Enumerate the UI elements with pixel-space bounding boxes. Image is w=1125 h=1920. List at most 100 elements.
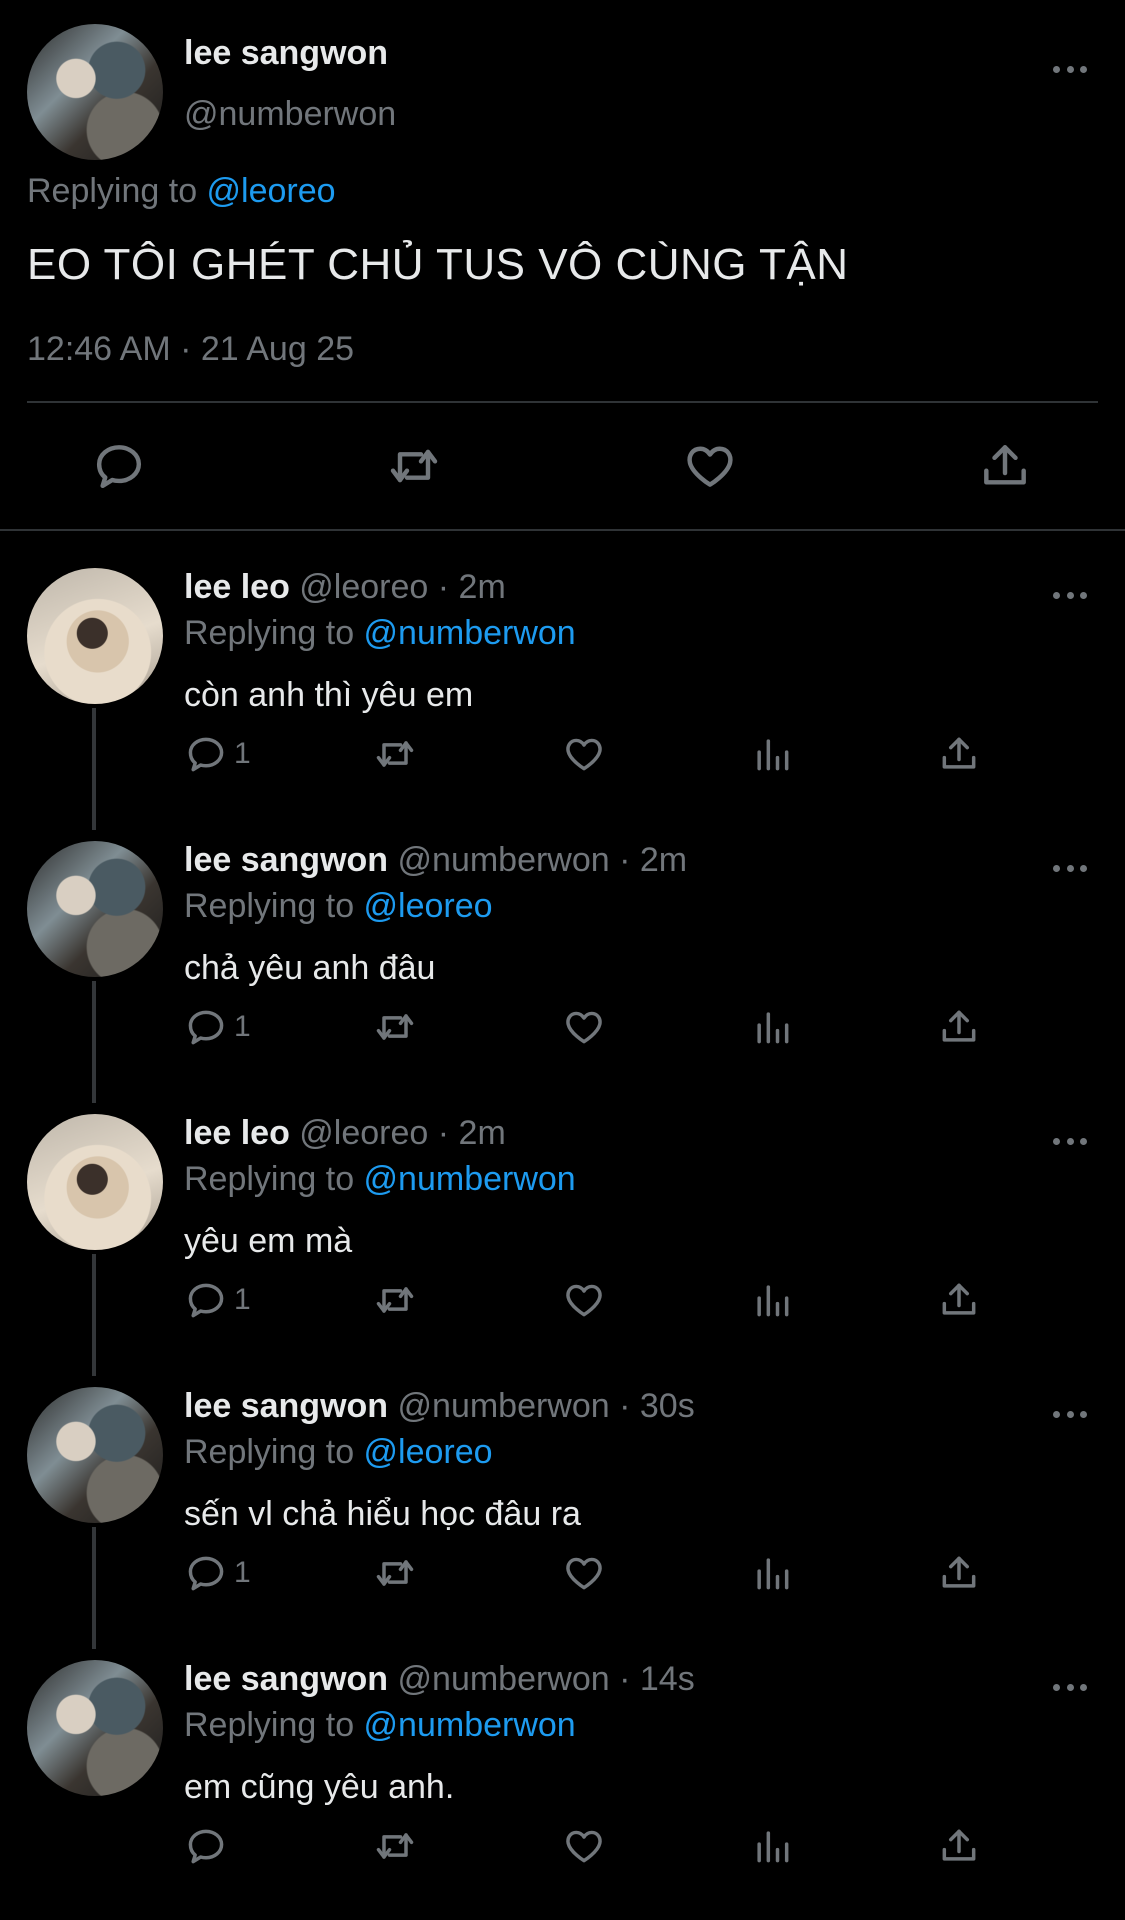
share-icon[interactable]: [937, 1551, 981, 1595]
replying-to-link[interactable]: @numberwon: [364, 1706, 576, 1744]
avatar[interactable]: [27, 1387, 163, 1523]
tweet-actions: [0, 438, 1125, 498]
analytics-icon[interactable]: [750, 1278, 794, 1322]
retweet-icon[interactable]: [373, 1005, 417, 1049]
reply-button[interactable]: 1: [184, 732, 251, 776]
reply-icon: [184, 1824, 228, 1868]
tweet-header: lee leo @leoreo · 2m: [184, 1114, 506, 1153]
share-icon[interactable]: [937, 1278, 981, 1322]
retweet-icon[interactable]: [386, 438, 442, 494]
display-name[interactable]: lee leo: [184, 1114, 290, 1152]
replying-to-label: Replying to: [27, 172, 207, 210]
reply-tweet[interactable]: lee sangwon @numberwon · 14s Replying to…: [0, 1640, 1125, 1912]
reply-tweet[interactable]: lee sangwon @numberwon · 30s Replying to…: [0, 1367, 1125, 1649]
reply-icon: [184, 1278, 228, 1322]
handle-time: @numberwon · 2m: [397, 841, 688, 879]
avatar[interactable]: [27, 568, 163, 704]
more-options-icon[interactable]: [1053, 1680, 1087, 1694]
reply-icon[interactable]: [91, 438, 147, 494]
retweet-icon[interactable]: [373, 1278, 417, 1322]
tweet-header: lee sangwon @numberwon · 2m: [184, 841, 687, 880]
reply-button[interactable]: 1: [184, 1278, 251, 1322]
reply-count: 1: [234, 1010, 251, 1043]
handle-time: @leoreo · 2m: [299, 1114, 506, 1152]
share-icon[interactable]: [977, 438, 1033, 494]
like-icon[interactable]: [562, 1005, 606, 1049]
replying-to: Replying to @leoreo: [184, 887, 493, 926]
main-tweet: lee sangwon @numberwon Replying to @leor…: [0, 0, 1125, 530]
handle[interactable]: @numberwon: [184, 95, 396, 134]
reply-count: 1: [234, 737, 251, 770]
reply-tweet[interactable]: lee leo @leoreo · 2m Replying to @number…: [0, 548, 1125, 830]
like-icon[interactable]: [562, 1278, 606, 1322]
analytics-icon[interactable]: [750, 1824, 794, 1868]
tweet-text: còn anh thì yêu em: [184, 676, 474, 714]
avatar[interactable]: [27, 841, 163, 977]
analytics-icon[interactable]: [750, 1005, 794, 1049]
handle-time: @numberwon · 30s: [397, 1387, 695, 1425]
tweet-text: sến vl chả hiểu học đâu ra: [184, 1495, 581, 1533]
tweet-actions: 1: [0, 732, 1125, 782]
retweet-icon[interactable]: [373, 1824, 417, 1868]
share-icon[interactable]: [937, 1824, 981, 1868]
display-name[interactable]: lee leo: [184, 568, 290, 606]
tweet-header: lee sangwon @numberwon · 14s: [184, 1660, 695, 1699]
replying-to-label: Replying to: [184, 1706, 364, 1744]
reply-count: 1: [234, 1556, 251, 1589]
more-options-icon[interactable]: [1053, 861, 1087, 875]
replying-to-link[interactable]: @leoreo: [364, 887, 493, 925]
more-options-icon[interactable]: [1053, 62, 1087, 76]
like-icon[interactable]: [562, 1551, 606, 1595]
reply-icon: [184, 1005, 228, 1049]
analytics-icon[interactable]: [750, 1551, 794, 1595]
tweet-text: chả yêu anh đâu: [184, 949, 436, 987]
tweet-actions: [0, 1824, 1125, 1874]
avatar[interactable]: [27, 1114, 163, 1250]
display-name[interactable]: lee sangwon: [184, 34, 388, 73]
reply-count: 1: [234, 1283, 251, 1316]
tweet-actions: 1: [0, 1551, 1125, 1601]
replying-to-link[interactable]: @leoreo: [364, 1433, 493, 1471]
more-options-icon[interactable]: [1053, 588, 1087, 602]
replying-to: Replying to @numberwon: [184, 1160, 576, 1199]
tweet-text: yêu em mà: [184, 1222, 353, 1260]
tweet-text: em cũng yêu anh.: [184, 1768, 455, 1806]
tweet-header: lee sangwon @numberwon · 30s: [184, 1387, 695, 1426]
reply-button[interactable]: 1: [184, 1005, 251, 1049]
replying-to-label: Replying to: [184, 1433, 364, 1471]
analytics-icon[interactable]: [750, 732, 794, 776]
replying-to-link[interactable]: @numberwon: [364, 1160, 576, 1198]
replying-to-link[interactable]: @leoreo: [207, 172, 336, 210]
replying-to-link[interactable]: @numberwon: [364, 614, 576, 652]
replying-to-label: Replying to: [184, 887, 364, 925]
retweet-icon[interactable]: [373, 732, 417, 776]
reply-button[interactable]: [184, 1824, 234, 1868]
like-icon[interactable]: [562, 1824, 606, 1868]
tweet-header: lee leo @leoreo · 2m: [184, 568, 506, 607]
handle-time: @numberwon · 14s: [397, 1660, 695, 1698]
reply-tweet[interactable]: lee sangwon @numberwon · 2m Replying to …: [0, 821, 1125, 1103]
timestamp[interactable]: 12:46 AM · 21 Aug 25: [27, 330, 354, 369]
more-options-icon[interactable]: [1053, 1134, 1087, 1148]
handle-time: @leoreo · 2m: [299, 568, 506, 606]
more-options-icon[interactable]: [1053, 1407, 1087, 1421]
reply-button[interactable]: 1: [184, 1551, 251, 1595]
like-icon[interactable]: [562, 732, 606, 776]
avatar[interactable]: [27, 1660, 163, 1796]
replying-to: Replying to @numberwon: [184, 614, 576, 653]
reply-icon: [184, 1551, 228, 1595]
display-name[interactable]: lee sangwon: [184, 841, 388, 879]
display-name[interactable]: lee sangwon: [184, 1660, 388, 1698]
replying-to-label: Replying to: [184, 1160, 364, 1198]
retweet-icon[interactable]: [373, 1551, 417, 1595]
replying-to: Replying to @leoreo: [27, 172, 336, 211]
reply-tweet[interactable]: lee leo @leoreo · 2m Replying to @number…: [0, 1094, 1125, 1376]
like-icon[interactable]: [682, 438, 738, 494]
share-icon[interactable]: [937, 1005, 981, 1049]
tweet-actions: 1: [0, 1005, 1125, 1055]
share-icon[interactable]: [937, 732, 981, 776]
reply-icon: [184, 732, 228, 776]
display-name[interactable]: lee sangwon: [184, 1387, 388, 1425]
replying-to: Replying to @numberwon: [184, 1706, 576, 1745]
avatar[interactable]: [27, 24, 163, 160]
